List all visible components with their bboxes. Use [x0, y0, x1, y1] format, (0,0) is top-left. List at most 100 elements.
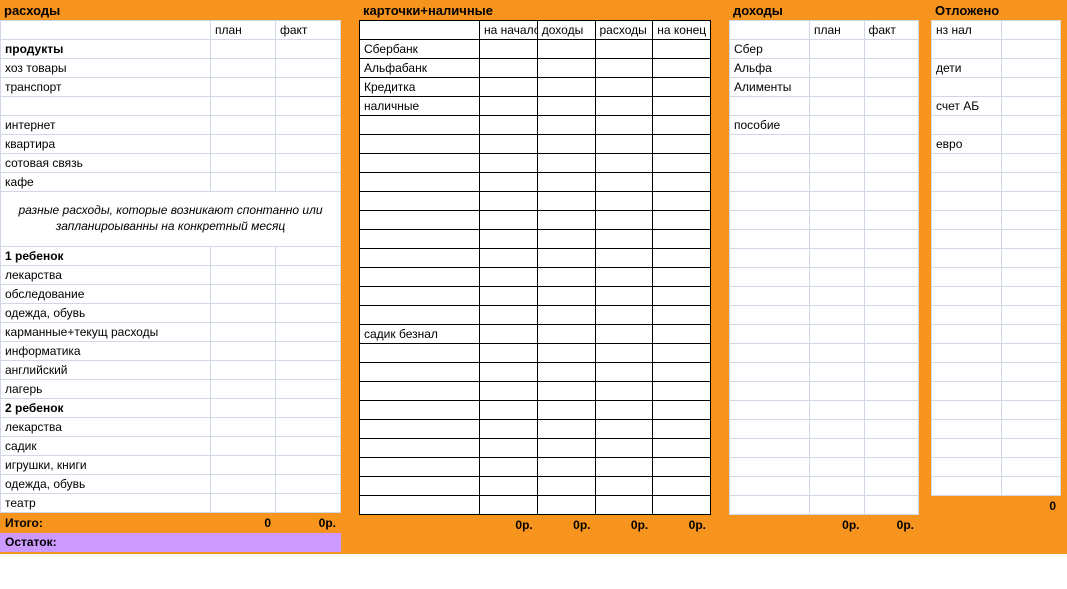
expense-plan-cell[interactable] — [211, 135, 276, 154]
expense-row[interactable] — [1, 97, 341, 116]
card-row[interactable] — [360, 382, 711, 401]
card-cell[interactable] — [653, 401, 711, 420]
expense-row[interactable]: садик — [1, 437, 341, 456]
card-cell[interactable] — [595, 496, 653, 515]
expense-fact-cell[interactable] — [276, 418, 341, 437]
card-cell[interactable] — [595, 173, 653, 192]
income-fact-cell[interactable] — [864, 173, 919, 192]
income-row[interactable]: Сбер — [730, 40, 919, 59]
income-row[interactable]: Алименты — [730, 78, 919, 97]
savings-row[interactable]: счет АБ — [932, 97, 1061, 116]
expense-row[interactable]: 1 ребенок — [1, 247, 341, 266]
expense-row[interactable]: игрушки, книги — [1, 456, 341, 475]
card-cell[interactable] — [537, 173, 595, 192]
expense-fact-cell[interactable] — [276, 342, 341, 361]
income-fact-cell[interactable] — [864, 78, 919, 97]
expense-fact-cell[interactable] — [276, 323, 341, 342]
card-cell[interactable] — [537, 363, 595, 382]
card-cell[interactable] — [480, 268, 538, 287]
income-fact-cell[interactable] — [864, 97, 919, 116]
expense-fact-cell[interactable] — [276, 173, 341, 192]
savings-value-cell[interactable] — [1002, 363, 1061, 382]
expense-fact-cell[interactable] — [276, 285, 341, 304]
income-plan-cell[interactable] — [810, 154, 865, 173]
card-cell[interactable] — [653, 249, 711, 268]
expense-plan-cell[interactable] — [211, 247, 276, 266]
expense-fact-cell[interactable] — [276, 59, 341, 78]
card-cell[interactable] — [653, 287, 711, 306]
expense-plan-cell[interactable] — [211, 342, 276, 361]
card-cell[interactable] — [653, 439, 711, 458]
card-row[interactable] — [360, 420, 711, 439]
card-row[interactable] — [360, 401, 711, 420]
expense-row[interactable]: информатика — [1, 342, 341, 361]
expense-fact-cell[interactable] — [276, 456, 341, 475]
income-fact-cell[interactable] — [864, 306, 919, 325]
card-row[interactable] — [360, 344, 711, 363]
expense-fact-cell[interactable] — [276, 97, 341, 116]
income-plan-cell[interactable] — [810, 211, 865, 230]
savings-value-cell[interactable] — [1002, 97, 1061, 116]
card-cell[interactable] — [537, 97, 595, 116]
card-row[interactable] — [360, 154, 711, 173]
card-row[interactable] — [360, 439, 711, 458]
card-cell[interactable] — [653, 382, 711, 401]
card-cell[interactable] — [480, 97, 538, 116]
card-row[interactable] — [360, 477, 711, 496]
savings-value-cell[interactable] — [1002, 192, 1061, 211]
card-row[interactable] — [360, 363, 711, 382]
expense-plan-cell[interactable] — [211, 173, 276, 192]
card-cell[interactable] — [537, 325, 595, 344]
card-cell[interactable] — [480, 401, 538, 420]
savings-value-cell[interactable] — [1002, 458, 1061, 477]
expense-row[interactable]: лекарства — [1, 266, 341, 285]
savings-row[interactable]: евро — [932, 135, 1061, 154]
savings-row[interactable] — [932, 306, 1061, 325]
expense-row[interactable]: лагерь — [1, 380, 341, 399]
card-row[interactable] — [360, 268, 711, 287]
card-cell[interactable] — [595, 154, 653, 173]
card-cell[interactable] — [653, 363, 711, 382]
card-cell[interactable] — [537, 458, 595, 477]
income-table[interactable]: план факт СберАльфаАлиментыпособие — [729, 20, 919, 515]
income-row[interactable] — [730, 211, 919, 230]
income-fact-cell[interactable] — [864, 230, 919, 249]
income-plan-cell[interactable] — [810, 230, 865, 249]
income-fact-cell[interactable] — [864, 211, 919, 230]
card-cell[interactable] — [537, 496, 595, 515]
savings-value-cell[interactable] — [1002, 306, 1061, 325]
savings-row[interactable] — [932, 401, 1061, 420]
card-cell[interactable] — [653, 116, 711, 135]
card-cell[interactable] — [595, 306, 653, 325]
income-row[interactable] — [730, 154, 919, 173]
card-cell[interactable] — [480, 135, 538, 154]
income-fact-cell[interactable] — [864, 439, 919, 458]
income-plan-cell[interactable] — [810, 97, 865, 116]
expense-plan-cell[interactable] — [211, 475, 276, 494]
card-cell[interactable] — [537, 306, 595, 325]
income-row[interactable] — [730, 135, 919, 154]
card-row[interactable] — [360, 192, 711, 211]
income-plan-cell[interactable] — [810, 173, 865, 192]
card-cell[interactable] — [595, 135, 653, 154]
income-fact-cell[interactable] — [864, 325, 919, 344]
income-plan-cell[interactable] — [810, 363, 865, 382]
expense-plan-cell[interactable] — [211, 380, 276, 399]
savings-row[interactable] — [932, 325, 1061, 344]
savings-value-cell[interactable] — [1002, 249, 1061, 268]
card-cell[interactable] — [653, 192, 711, 211]
income-row[interactable] — [730, 477, 919, 496]
card-cell[interactable] — [537, 78, 595, 97]
card-cell[interactable] — [595, 211, 653, 230]
expense-row[interactable]: лекарства — [1, 418, 341, 437]
card-cell[interactable] — [595, 420, 653, 439]
card-cell[interactable] — [537, 249, 595, 268]
savings-value-cell[interactable] — [1002, 477, 1061, 496]
card-cell[interactable] — [595, 268, 653, 287]
income-plan-cell[interactable] — [810, 477, 865, 496]
expense-row[interactable]: квартира — [1, 135, 341, 154]
income-fact-cell[interactable] — [864, 287, 919, 306]
card-cell[interactable] — [480, 154, 538, 173]
expense-fact-cell[interactable] — [276, 380, 341, 399]
expense-row[interactable]: кафе — [1, 173, 341, 192]
